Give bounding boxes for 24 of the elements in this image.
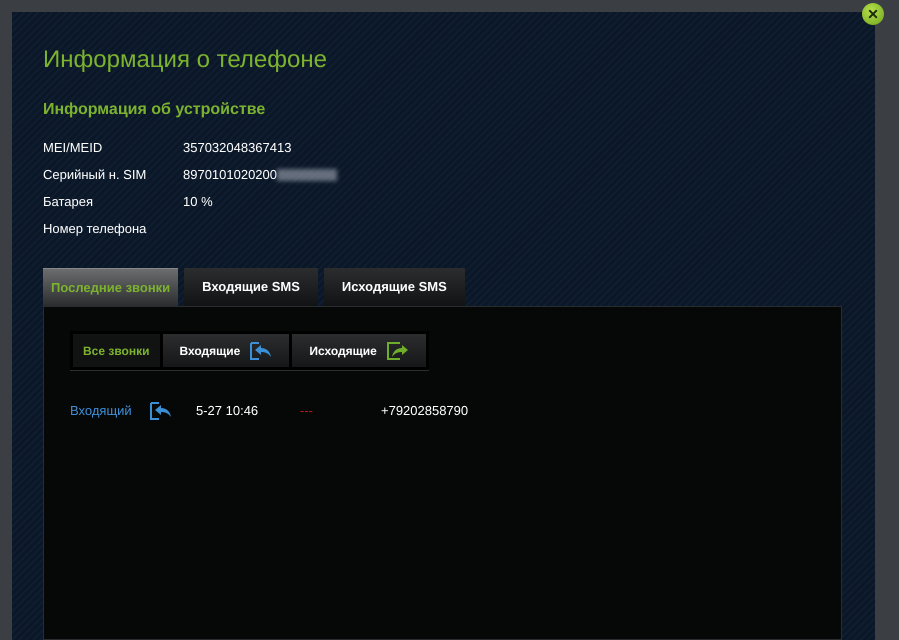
info-value: 357032048367413 — [183, 138, 292, 157]
tab[interactable]: Последние звонки — [43, 268, 178, 306]
outgoing-call-icon — [386, 342, 409, 360]
filter-button[interactable]: Все звонки — [73, 334, 160, 367]
info-label: MEI/MEID — [43, 138, 104, 157]
filter-button[interactable]: Входящие — [162, 334, 290, 367]
filter-button[interactable]: Исходящие — [292, 334, 426, 367]
dialog-title: Информация о телефоне — [43, 46, 328, 74]
tab[interactable]: Входящие SMS — [184, 268, 318, 306]
tab[interactable]: Исходящие SMS — [324, 268, 465, 306]
incoming-call-icon — [250, 342, 272, 360]
info-value: 8970101020200 — [183, 166, 277, 184]
redacted-block — [277, 168, 337, 180]
call-duration: --- — [300, 402, 314, 420]
close-button[interactable]: × — [862, 3, 884, 25]
info-value: 10 % — [183, 192, 213, 211]
info-label: Номер телефона — [43, 220, 148, 238]
incoming-call-icon — [150, 402, 172, 420]
call-type-link[interactable]: Входящий — [70, 401, 150, 421]
phone-number: +79202858790 — [381, 402, 468, 420]
info-label: Батарея — [43, 192, 94, 211]
call-time: 5-27 10:46 — [196, 402, 260, 420]
info-label: Серийный н. SIM — [43, 166, 148, 184]
section-heading: Информация об устройстве — [43, 100, 266, 120]
